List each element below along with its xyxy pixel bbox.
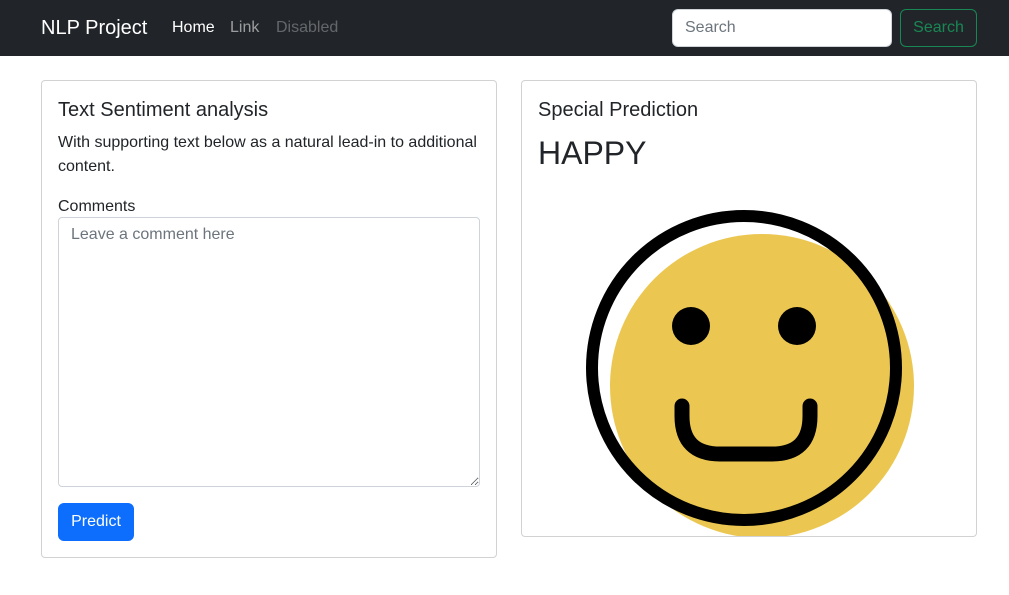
nav-link-home[interactable]: Home: [172, 18, 215, 38]
navbar: NLP Project Home Link Disabled Search: [0, 0, 1009, 56]
happy-face-icon: [586, 210, 914, 536]
comments-textarea[interactable]: [58, 217, 480, 487]
card-title-sentiment: Text Sentiment analysis: [58, 99, 269, 121]
predict-button[interactable]: Predict: [58, 503, 134, 541]
nav-link-link[interactable]: Link: [230, 18, 259, 38]
comments-label: Comments: [58, 198, 136, 215]
sentiment-card: Text Sentiment analysis With supporting …: [41, 80, 497, 558]
card-description: With supporting text below as a natural …: [58, 134, 477, 175]
prediction-result: HAPPY: [538, 135, 647, 171]
search-input[interactable]: [672, 9, 892, 47]
card-title-prediction: Special Prediction: [538, 99, 699, 121]
prediction-card: Special Prediction HAPPY: [521, 80, 977, 537]
search-button[interactable]: Search: [900, 9, 977, 47]
nav-link-disabled: Disabled: [276, 19, 339, 36]
navbar-brand[interactable]: NLP Project: [41, 15, 147, 41]
